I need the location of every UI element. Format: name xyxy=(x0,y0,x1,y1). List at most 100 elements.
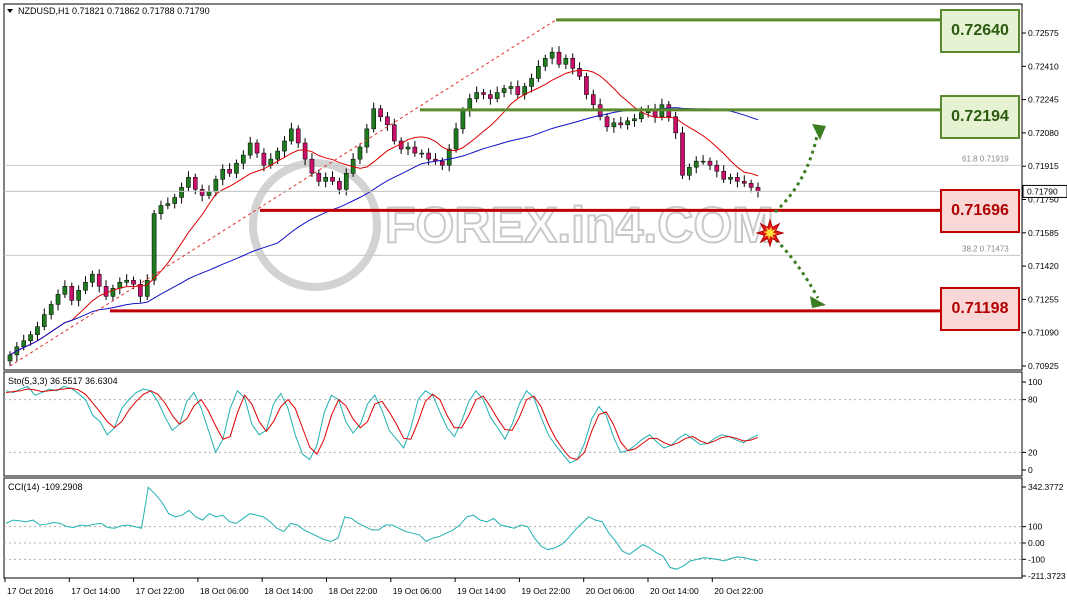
price-tick-label-4: 0.71915 xyxy=(1028,161,1059,171)
cci-tick-label-4: -211.3723 xyxy=(1028,571,1066,581)
time-tick-label-8: 19 Oct 22:00 xyxy=(521,586,570,596)
candle-body-13 xyxy=(96,273,102,287)
forecast-up-arrowhead-icon xyxy=(812,124,826,140)
candle-body-79 xyxy=(549,51,555,59)
candle-body-36 xyxy=(254,142,260,154)
candle-body-39 xyxy=(275,150,280,160)
level-value-3: 0.71198 xyxy=(951,300,1009,317)
level-box-2: 0.71696 xyxy=(940,189,1020,233)
candle-body-7 xyxy=(55,294,61,305)
candle-body-105 xyxy=(728,177,733,180)
candle-body-84 xyxy=(584,76,589,95)
level-value-0: 0.72640 xyxy=(951,22,1009,39)
watermark-text: FOREX.in4.COM xyxy=(385,197,774,253)
time-tick-label-9: 20 Oct 06:00 xyxy=(586,586,635,596)
cci-tick-label-3: -100 xyxy=(1028,554,1045,564)
candle-body-66 xyxy=(460,110,466,130)
candle-body-28 xyxy=(199,189,205,196)
candle-body-80 xyxy=(556,51,562,65)
candle-body-29 xyxy=(206,191,212,196)
price-tick-label-6: 0.71585 xyxy=(1028,228,1059,238)
candle-body-24 xyxy=(172,197,178,204)
level-box-0: 0.72640 xyxy=(940,9,1020,53)
candle-body-107 xyxy=(741,181,747,184)
candle-body-3 xyxy=(28,334,33,342)
current-price-label: 0.71790 xyxy=(1027,186,1058,196)
candle-body-63 xyxy=(440,160,445,166)
candle-body-69 xyxy=(481,92,486,95)
candle-body-104 xyxy=(721,170,726,180)
cci-tick-label-1: 100 xyxy=(1028,522,1042,532)
candle-body-106 xyxy=(735,177,740,182)
candle-body-55 xyxy=(385,116,390,126)
price-tick-label-0: 0.72575 xyxy=(1028,28,1059,38)
sto-tick-label-0: 100 xyxy=(1028,377,1042,387)
cci-line xyxy=(5,486,759,570)
candle-body-64 xyxy=(446,148,452,166)
chart-header: NZDUSD,H1 0.71821 0.71862 0.71788 0.7179… xyxy=(18,6,210,16)
candle-body-83 xyxy=(577,68,582,77)
candle-body-77 xyxy=(536,66,541,79)
candle-body-27 xyxy=(192,177,198,190)
candle-body-34 xyxy=(241,154,246,164)
candle-body-68 xyxy=(474,92,479,99)
candle-body-0 xyxy=(7,354,13,362)
candle-body-30 xyxy=(213,179,219,192)
candle-body-88 xyxy=(611,122,617,128)
sto-title: Sto(5,3,3) 36.5517 36.6304 xyxy=(8,376,118,386)
level-box-1: 0.72194 xyxy=(940,95,1020,139)
price-tick-label-10: 0.70925 xyxy=(1028,361,1059,371)
candle-body-85 xyxy=(590,94,596,105)
candle-body-87 xyxy=(604,116,610,128)
candle-body-33 xyxy=(234,162,239,174)
forecast-down-path xyxy=(774,238,820,299)
candle-body-82 xyxy=(570,57,576,69)
chart-window[interactable]: NZDUSD,H1 0.71821 0.71862 0.71788 0.7179… xyxy=(0,0,1067,604)
chart-canvas[interactable]: NZDUSD,H1 0.71821 0.71862 0.71788 0.7179… xyxy=(0,0,1067,604)
candle-body-18 xyxy=(131,279,136,285)
candle-body-42 xyxy=(295,128,301,144)
candle-body-61 xyxy=(426,152,431,160)
candle-body-14 xyxy=(103,286,109,297)
candle-body-51 xyxy=(357,146,363,160)
price-tick-label-9: 0.71090 xyxy=(1028,328,1059,338)
candle-body-37 xyxy=(261,152,267,166)
candle-body-100 xyxy=(693,160,699,168)
candle-body-58 xyxy=(405,146,411,150)
candle-body-45 xyxy=(316,173,322,182)
candle-body-31 xyxy=(220,168,226,180)
price-tick-label-2: 0.72245 xyxy=(1028,95,1059,105)
candle-body-23 xyxy=(165,203,171,206)
candle-body-32 xyxy=(227,168,232,174)
level-value-1: 0.72194 xyxy=(951,108,1009,125)
candle-body-49 xyxy=(343,173,349,190)
candle-body-99 xyxy=(687,166,692,176)
candle-body-74 xyxy=(515,86,521,95)
candle-body-70 xyxy=(488,94,493,99)
sto-tick-label-2: 20 xyxy=(1028,447,1038,457)
candle-body-41 xyxy=(289,128,294,142)
fib-label-0: 61.8 0.71919 xyxy=(962,154,1009,163)
candle-body-89 xyxy=(618,122,624,126)
time-tick-label-7: 19 Oct 14:00 xyxy=(457,586,506,596)
candle-body-8 xyxy=(62,286,68,295)
candle-body-25 xyxy=(179,187,184,198)
candle-body-17 xyxy=(124,279,129,283)
candle-body-52 xyxy=(364,128,370,148)
candle-body-40 xyxy=(282,140,287,152)
candle-body-12 xyxy=(90,273,95,283)
candle-body-101 xyxy=(700,160,706,163)
forecast-up-path xyxy=(773,130,820,214)
level-box-3: 0.71198 xyxy=(940,287,1020,331)
candle-body-48 xyxy=(337,181,342,190)
time-tick-label-11: 20 Oct 22:00 xyxy=(714,586,763,596)
candle-body-71 xyxy=(494,92,500,99)
watermark-logo-ring xyxy=(249,159,381,291)
candle-body-6 xyxy=(48,304,54,315)
cci-title: CCI(14) -109.2908 xyxy=(8,482,83,492)
candle-body-44 xyxy=(309,158,315,174)
candle-body-9 xyxy=(69,286,75,301)
candle-body-10 xyxy=(76,290,81,301)
candle-body-4 xyxy=(35,326,40,335)
time-tick-label-5: 18 Oct 22:00 xyxy=(329,586,378,596)
